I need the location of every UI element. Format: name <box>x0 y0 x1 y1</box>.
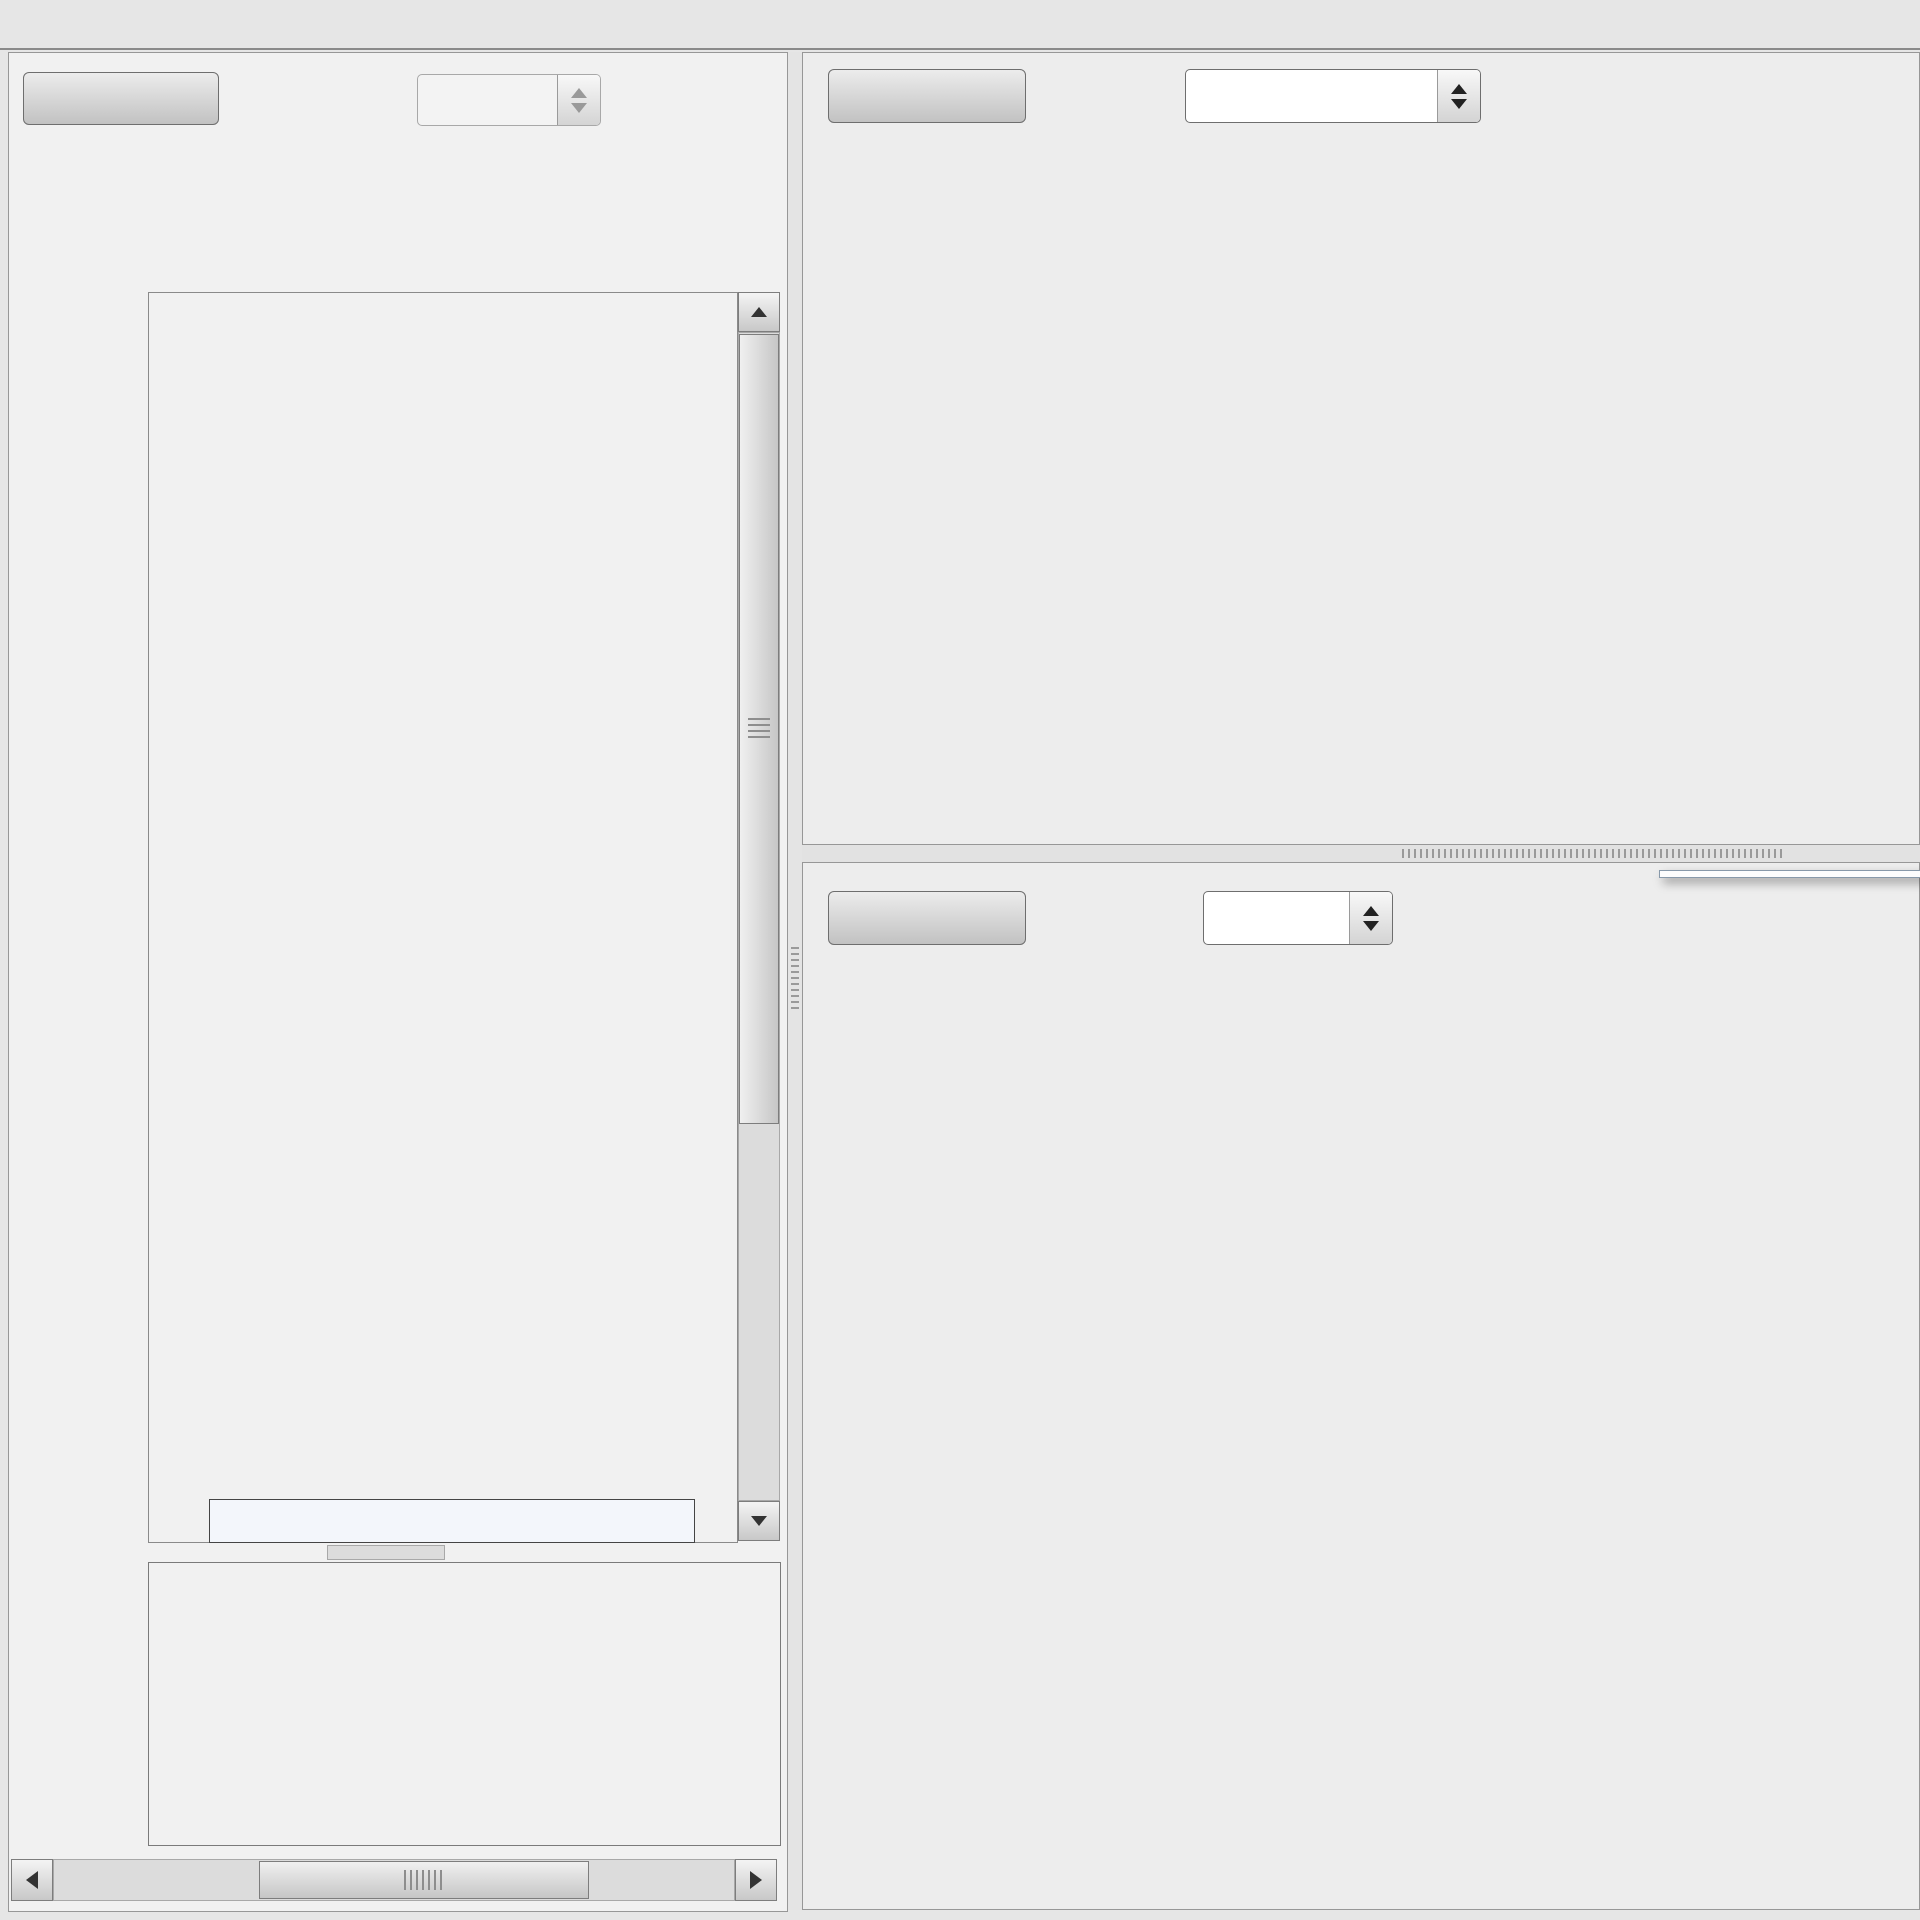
freeze-button[interactable] <box>828 69 1026 123</box>
fft-panel <box>802 862 1920 1910</box>
spinner-up-down-icon[interactable] <box>557 75 600 125</box>
map-page-indicator <box>209 1499 695 1543</box>
mini-scrollbar[interactable] <box>327 1545 445 1560</box>
fft-spectrum-chart <box>914 1003 1919 1853</box>
freeze-button[interactable] <box>828 891 1026 945</box>
horizontal-splitter[interactable] <box>802 845 1920 862</box>
tab-bar <box>0 0 1920 50</box>
scroll-up-button[interactable] <box>738 292 780 332</box>
freeze-button[interactable] <box>23 72 219 125</box>
scrollbar-thumb[interactable] <box>739 334 779 1124</box>
scrollbar-thumb[interactable] <box>259 1861 589 1899</box>
scroll-down-button[interactable] <box>738 1501 780 1541</box>
map-y-axis-ruler <box>133 292 147 1541</box>
vertical-splitter[interactable] <box>788 52 802 1910</box>
map-x-axis-ruler <box>159 253 719 287</box>
context-menu <box>1659 870 1920 878</box>
qualification-panel <box>802 52 1920 845</box>
spinner-up-down-icon[interactable] <box>1349 892 1392 944</box>
scroll-left-button[interactable] <box>11 1859 53 1901</box>
scroll-right-button[interactable] <box>735 1859 777 1901</box>
plot-type-combo[interactable] <box>1203 891 1393 945</box>
spinner-up-down-icon[interactable] <box>1437 70 1480 122</box>
content-combo[interactable] <box>1185 69 1481 123</box>
select-data-combo[interactable] <box>417 74 601 126</box>
defect-map-heatmap[interactable] <box>148 292 738 1543</box>
defect-map-panel <box>8 52 788 1912</box>
grayavg-profile-chart <box>148 1562 781 1846</box>
